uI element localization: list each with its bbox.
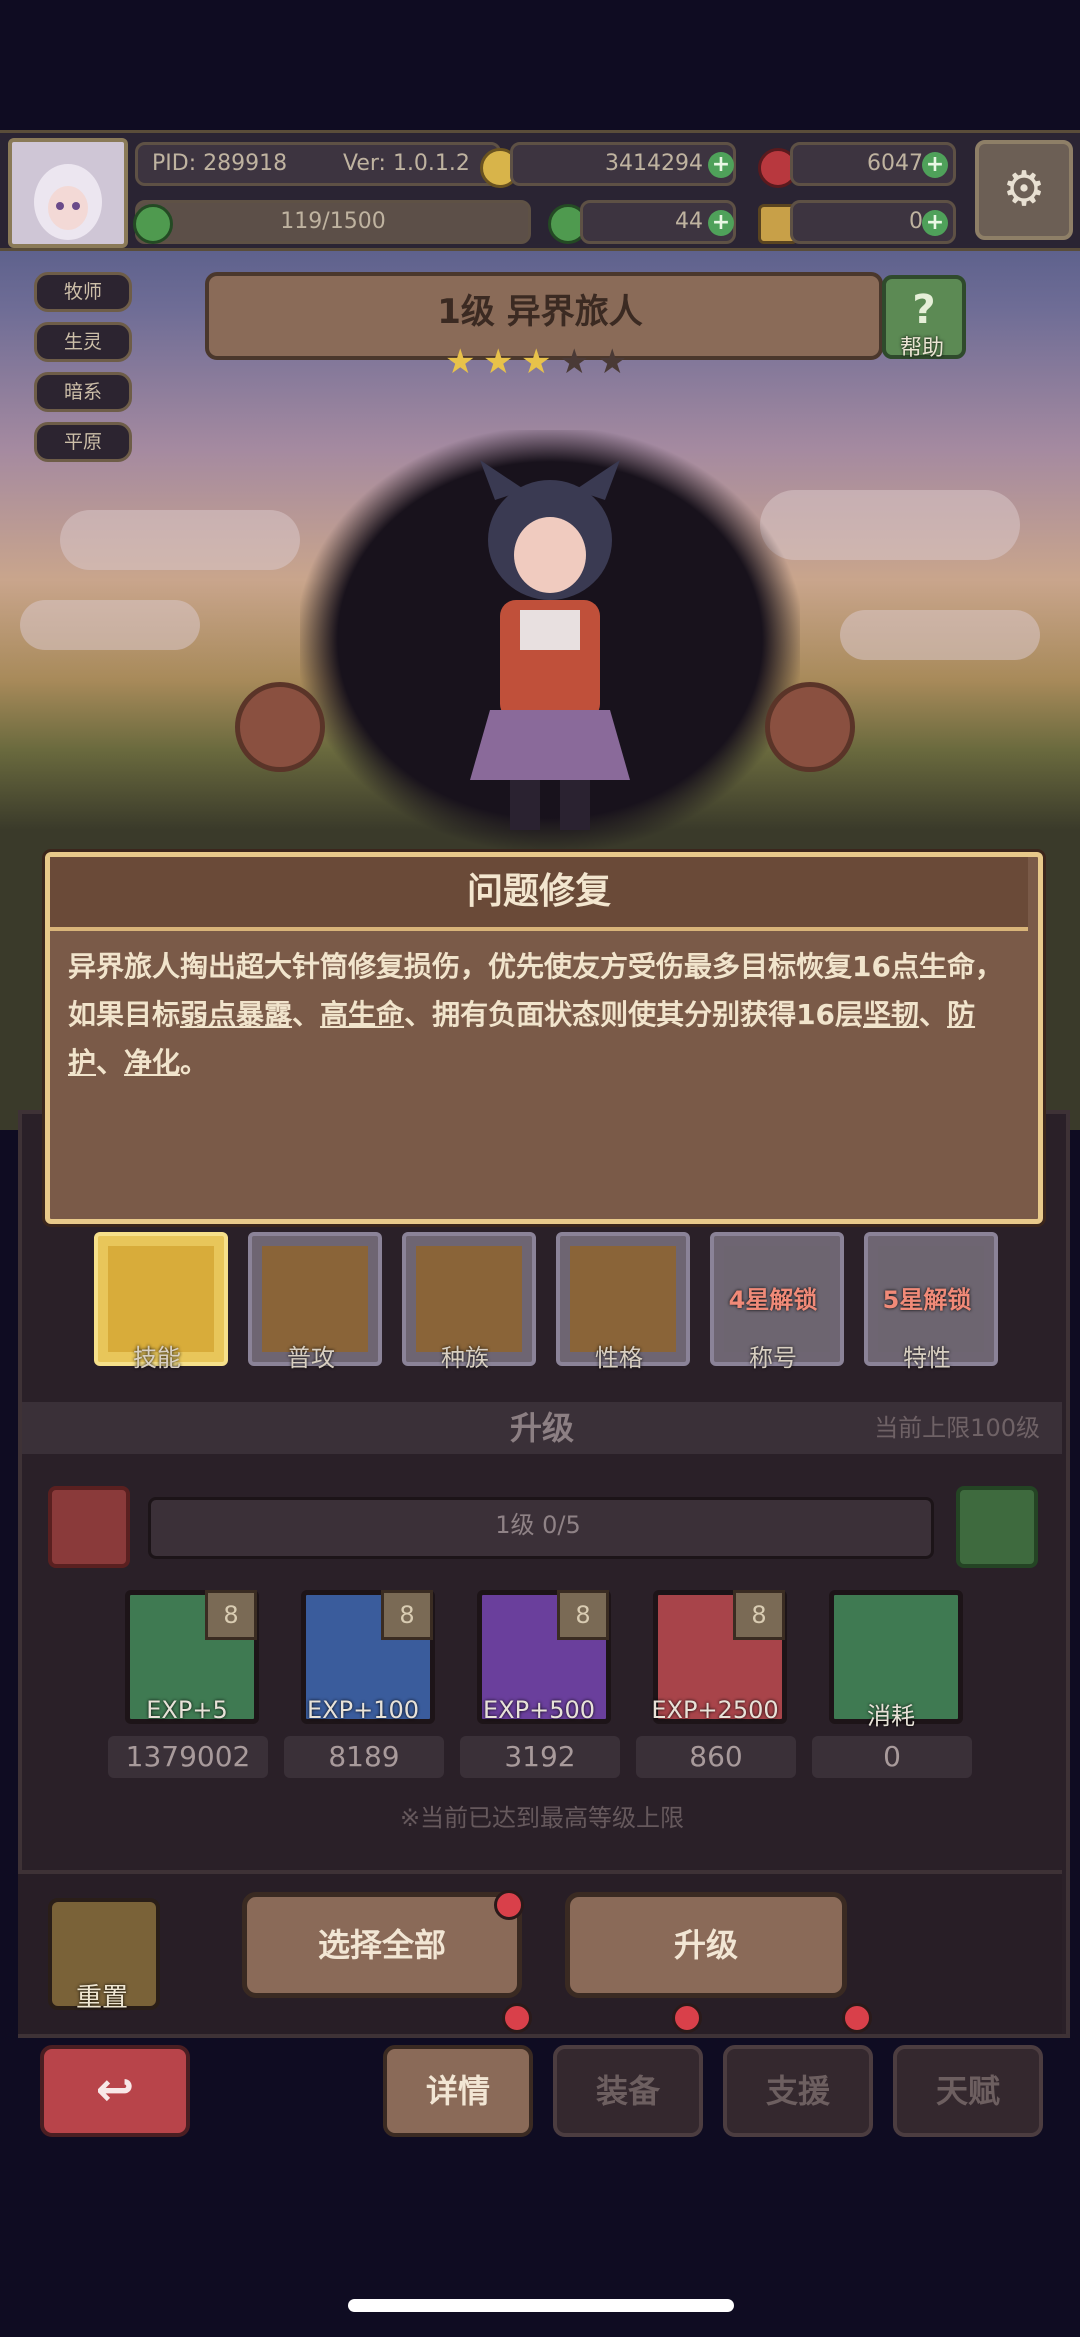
version-text: Ver: 1.0.1.2: [343, 151, 470, 176]
keyword-link[interactable]: 弱点暴露: [180, 998, 292, 1031]
player-avatar[interactable]: [8, 138, 128, 248]
item-badge: 8: [205, 1590, 257, 1640]
star-filled-icon: ★: [445, 342, 476, 382]
item-count: 8189: [284, 1736, 444, 1778]
tab-race-label: 种族: [441, 1344, 489, 1372]
help-label: 帮助: [899, 336, 944, 361]
item-badge: 8: [381, 1590, 433, 1640]
pid-text: PID: 289918: [152, 151, 288, 176]
select-all-button[interactable]: 选择全部: [242, 1892, 522, 1998]
level-progress-text: 1级 0/5: [495, 1511, 581, 1539]
exp-item-label: EXP+100: [307, 1696, 419, 1724]
clover-amount: 44: [675, 209, 703, 234]
tab-skill-label: 技能: [133, 1344, 181, 1372]
item-badge: 8: [733, 1590, 785, 1640]
keyword-link[interactable]: 坚韧: [863, 998, 919, 1031]
popup-description: 异界旅人掏出超大针筒修复损伤，优先使友方受伤最多目标恢复16点生命，如果目标弱点…: [68, 943, 1008, 1087]
level-limit-text: 当前上限100级: [874, 1414, 1040, 1442]
keyword-link[interactable]: 净化: [124, 1046, 180, 1079]
star-empty-icon: ★: [597, 342, 628, 382]
description-text: 、: [919, 998, 948, 1031]
item-count: 1379002: [108, 1736, 268, 1778]
prev-hero-button[interactable]: [235, 682, 325, 772]
settings-gear-icon[interactable]: ⚙: [975, 140, 1073, 240]
exp-item-label: EXP+2500: [651, 1696, 779, 1724]
star-filled-icon: ★: [521, 342, 552, 382]
add-keys-icon[interactable]: +: [922, 210, 948, 236]
tab-basic-attack-label: 普攻: [287, 1344, 335, 1372]
nav-details[interactable]: 详情: [383, 2045, 533, 2137]
exp-item-label: EXP+5: [146, 1696, 228, 1724]
back-arrow-icon[interactable]: ↩: [40, 2045, 190, 2137]
gold-panel: 3414294: [510, 142, 736, 186]
stamina-text: 119/1500: [280, 209, 386, 234]
exp-item-label: EXP+500: [483, 1696, 595, 1724]
level-down-button[interactable]: [48, 1486, 130, 1568]
nav-talent[interactable]: 天赋: [893, 2045, 1043, 2137]
upgrade-button[interactable]: 升级: [565, 1892, 847, 1998]
reset-label: 重置: [75, 1983, 128, 2013]
hero-portrait: [440, 460, 660, 840]
nav-support[interactable]: 支援: [723, 2045, 873, 2137]
item-count: 860: [636, 1736, 796, 1778]
add-gems-icon[interactable]: +: [922, 152, 948, 178]
cost-count: 0: [812, 1736, 972, 1778]
tab-trait-label: 特性: [903, 1344, 951, 1372]
notification-dot: [842, 2003, 872, 2033]
class-tag[interactable]: 牧师: [34, 272, 132, 312]
stamina-bar: 119/1500: [135, 200, 531, 244]
next-hero-button[interactable]: [765, 682, 855, 772]
add-clover-icon[interactable]: +: [708, 210, 734, 236]
gems-amount: 6047: [867, 151, 923, 176]
keyword-link[interactable]: 高生命: [320, 998, 404, 1031]
action-strip: [18, 1870, 1062, 2034]
level-up-plus-button[interactable]: [956, 1486, 1038, 1568]
tab-personality-label: 性格: [595, 1344, 643, 1372]
gold-amount: 3414294: [605, 151, 703, 176]
pid-panel: PID: 289918 Ver: 1.0.1.2: [135, 142, 501, 186]
tab-title-label: 称号: [749, 1344, 797, 1372]
keys-amount: 0: [909, 209, 923, 234]
tab-title-lock-text: 4星解锁: [728, 1286, 818, 1314]
item-badge: 8: [557, 1590, 609, 1640]
star-filled-icon: ★: [483, 342, 514, 382]
description-text: 、拥有负面状态则使其分别获得16层: [404, 998, 864, 1031]
description-text: 、: [96, 1046, 125, 1079]
description-text: 。: [180, 1046, 209, 1079]
element-tag[interactable]: 暗系: [34, 372, 132, 412]
add-gold-icon[interactable]: +: [708, 152, 734, 178]
notification-dot: [672, 2003, 702, 2033]
cost-label: 消耗: [867, 1702, 915, 1730]
notification-dot: [502, 2003, 532, 2033]
description-text: 、: [292, 998, 321, 1031]
nav-equip[interactable]: 装备: [553, 2045, 703, 2137]
tab-trait-lock-text: 5星解锁: [882, 1286, 972, 1314]
popup-title: 问题修复: [466, 871, 611, 912]
hero-name: 1级 异界旅人: [437, 292, 643, 332]
terrain-tag[interactable]: 平原: [34, 422, 132, 462]
star-empty-icon: ★: [559, 342, 590, 382]
item-count: 3192: [460, 1736, 620, 1778]
home-indicator[interactable]: [348, 2299, 734, 2312]
notification-dot: [494, 1890, 524, 1920]
race-tag[interactable]: 生灵: [34, 322, 132, 362]
stamina-clover-icon: [133, 204, 173, 244]
max-level-note: ※当前已达到最高等级上限: [399, 1804, 685, 1832]
